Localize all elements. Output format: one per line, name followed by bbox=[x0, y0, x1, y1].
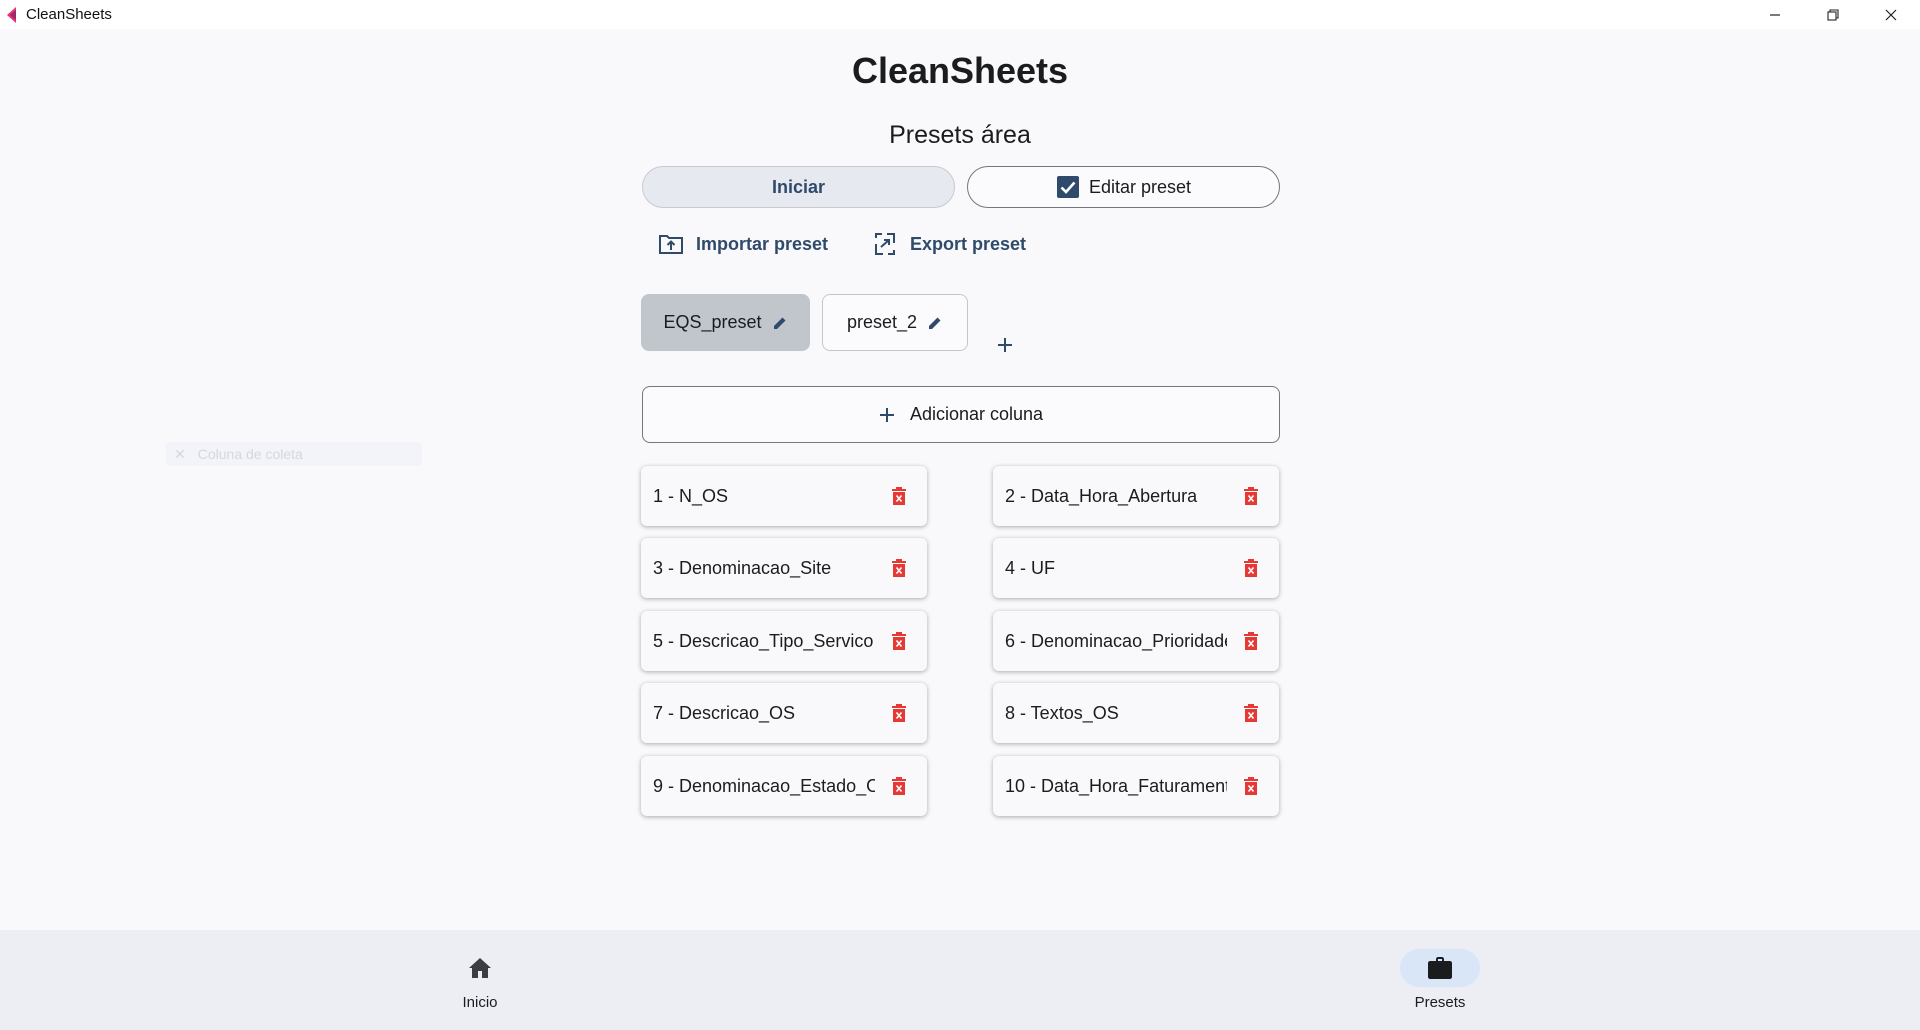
export-preset-label: Export preset bbox=[910, 233, 1027, 254]
column-card[interactable]: 9 - Denominacao_Estado_OS bbox=[641, 756, 927, 816]
delete-trash-icon[interactable] bbox=[1243, 776, 1259, 796]
section-title: Presets área bbox=[889, 121, 1031, 149]
iniciar-segment-button[interactable]: Iniciar bbox=[642, 166, 955, 208]
minimize-icon bbox=[1770, 13, 1780, 16]
home-icon bbox=[469, 958, 491, 978]
close-icon: ✕ bbox=[174, 445, 186, 462]
column-card[interactable]: 7 - Descricao_OS bbox=[641, 683, 927, 743]
editar-preset-segment-button[interactable]: Editar preset bbox=[967, 166, 1280, 208]
nav-indicator bbox=[440, 949, 520, 987]
import-preset-label: Importar preset bbox=[696, 233, 829, 254]
iniciar-label: Iniciar bbox=[771, 176, 826, 197]
column-label: 8 - Textos_OS bbox=[1005, 702, 1119, 723]
preset-chip-eqs[interactable]: EQS_preset bbox=[641, 294, 810, 351]
delete-trash-icon[interactable] bbox=[1243, 631, 1259, 651]
preset-chip-label: preset_2 bbox=[846, 312, 918, 332]
close-button[interactable] bbox=[1862, 0, 1920, 29]
delete-trash-icon[interactable] bbox=[1243, 558, 1259, 578]
column-card[interactable]: 10 - Data_Hora_Faturamento bbox=[993, 756, 1279, 816]
column-label: 9 - Denominacao_Estado_OS bbox=[653, 775, 875, 796]
column-card[interactable]: 3 - Denominacao_Site bbox=[641, 538, 927, 598]
window-title: CleanSheets bbox=[26, 6, 112, 23]
app-logo-icon bbox=[4, 6, 22, 24]
nav-label: Inicio bbox=[462, 994, 498, 1011]
column-label: 7 - Descricao_OS bbox=[653, 702, 796, 723]
delete-trash-icon[interactable] bbox=[891, 486, 907, 506]
checkbox-checked-icon bbox=[1056, 176, 1079, 198]
column-card[interactable]: 5 - Descricao_Tipo_Servico bbox=[641, 611, 927, 671]
add-column-button[interactable]: Adicionar coluna bbox=[642, 386, 1280, 443]
nav-indicator-active bbox=[1400, 949, 1480, 987]
restore-icon bbox=[1827, 8, 1839, 21]
edit-pencil-icon[interactable] bbox=[927, 315, 943, 331]
delete-trash-icon[interactable] bbox=[891, 558, 907, 578]
column-label: 5 - Descricao_Tipo_Servico bbox=[653, 630, 874, 651]
column-label: 3 - Denominacao_Site bbox=[653, 557, 832, 578]
column-label: 2 - Data_Hora_Abertura bbox=[1005, 485, 1198, 506]
folder-upload-icon bbox=[659, 235, 683, 254]
nav-item-inicio[interactable]: Inicio bbox=[420, 930, 540, 1030]
faded-column-item: ✕ Coluna de coleta bbox=[166, 442, 422, 466]
app-header-title: CleanSheets bbox=[851, 50, 1069, 91]
column-card[interactable]: 6 - Denominacao_Prioridade bbox=[993, 611, 1279, 671]
main-content: CleanSheets Presets área Iniciar Editar … bbox=[0, 29, 1920, 930]
delete-trash-icon[interactable] bbox=[891, 631, 907, 651]
column-label: 4 - UF bbox=[1005, 557, 1056, 578]
preset-chip-label: EQS_preset bbox=[663, 312, 762, 332]
plus-icon bbox=[998, 338, 1012, 352]
column-label: 6 - Denominacao_Prioridade bbox=[1005, 630, 1227, 651]
column-label: 1 - N_OS bbox=[653, 485, 729, 506]
add-preset-button[interactable] bbox=[992, 332, 1018, 358]
close-icon bbox=[1885, 9, 1897, 20]
column-card[interactable]: 2 - Data_Hora_Abertura bbox=[993, 466, 1279, 526]
column-card[interactable]: 4 - UF bbox=[993, 538, 1279, 598]
import-preset-button[interactable]: Importar preset bbox=[658, 227, 828, 261]
window-titlebar: CleanSheets bbox=[0, 0, 1920, 29]
nav-item-presets[interactable]: Presets bbox=[1380, 930, 1500, 1030]
delete-trash-icon[interactable] bbox=[1243, 486, 1259, 506]
editar-preset-label: Editar preset bbox=[1088, 176, 1192, 197]
add-column-label: Adicionar coluna bbox=[909, 404, 1044, 424]
faded-column-label: Coluna de coleta bbox=[197, 446, 303, 462]
window-controls bbox=[1746, 0, 1920, 29]
minimize-button[interactable] bbox=[1746, 0, 1804, 29]
preset-chip-preset-2[interactable]: preset_2 bbox=[822, 294, 968, 351]
briefcase-icon bbox=[1428, 957, 1452, 979]
column-card[interactable]: 1 - N_OS bbox=[641, 466, 927, 526]
nav-label: Presets bbox=[1414, 994, 1466, 1011]
column-card[interactable]: 8 - Textos_OS bbox=[993, 683, 1279, 743]
export-preset-button[interactable]: Export preset bbox=[872, 227, 1026, 261]
column-label: 10 - Data_Hora_Faturamento bbox=[1005, 775, 1227, 796]
bottom-navigation-bar: Inicio Presets bbox=[0, 930, 1920, 1030]
restore-button[interactable] bbox=[1804, 0, 1862, 29]
edit-pencil-icon[interactable] bbox=[772, 315, 788, 331]
delete-trash-icon[interactable] bbox=[891, 703, 907, 723]
plus-icon bbox=[879, 407, 894, 422]
delete-trash-icon[interactable] bbox=[1243, 703, 1259, 723]
export-share-icon bbox=[875, 233, 895, 255]
delete-trash-icon[interactable] bbox=[891, 776, 907, 796]
